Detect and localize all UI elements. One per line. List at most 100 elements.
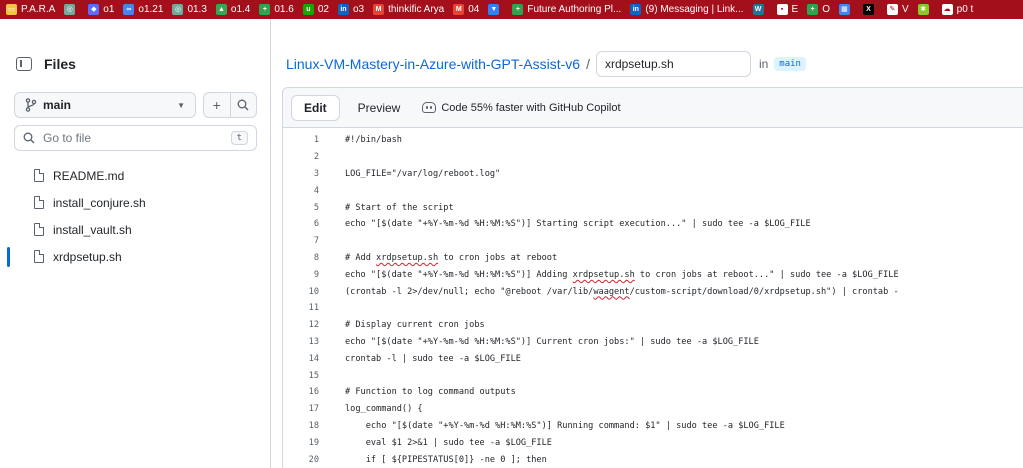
- code-text: log_command() {: [345, 404, 423, 415]
- code-line: 12 # Display current cron jobs: [283, 317, 1023, 334]
- file-name: xrdpsetup.sh: [53, 249, 122, 264]
- line-number: 5: [313, 202, 319, 213]
- bookmark-label: p0 t: [956, 4, 974, 15]
- copilot-promo[interactable]: Code 55% faster with GitHub Copilot: [422, 102, 621, 114]
- file-tree-item[interactable]: xrdpsetup.sh: [0, 243, 270, 270]
- shield-icon: ◆: [88, 4, 100, 15]
- line-number: 6: [313, 219, 319, 230]
- code-line: 11: [283, 300, 1023, 317]
- code-lines[interactable]: 1 #!/bin/bash 2 3 LOG_FILE="/var/log/reboot.…: [283, 132, 1023, 468]
- x-icon: X: [862, 4, 874, 15]
- bookmark-item[interactable]: W: [752, 4, 768, 15]
- bookmark-label: o1.21: [138, 4, 164, 15]
- bookmark-label: E: [791, 4, 799, 15]
- keyboard-shortcut-badge: t: [230, 131, 248, 145]
- code-text: # Function to log command outputs: [345, 387, 516, 398]
- code-line: 2: [283, 149, 1023, 166]
- bookmark-item[interactable]: ∞ o1.21: [123, 0, 163, 19]
- bookmark-item[interactable]: ▦: [838, 4, 854, 15]
- repo-link[interactable]: Linux-VM-Mastery-in-Azure-with-GPT-Assis…: [286, 56, 580, 72]
- search-button[interactable]: [229, 93, 257, 117]
- bookmark-item[interactable]: + Future Authoring Pl...: [512, 0, 621, 19]
- file-icon: [34, 169, 44, 182]
- bookmark-label: O: [822, 4, 830, 15]
- linkedin-icon: in: [630, 4, 642, 15]
- chatgpt-icon: ◎: [64, 4, 76, 15]
- code-text: LOG_FILE="/var/log/reboot.log": [345, 168, 501, 179]
- folder-icon: ▭: [6, 4, 17, 15]
- file-name: install_conjure.sh: [53, 195, 146, 210]
- line-number: 12: [308, 320, 319, 331]
- pen-icon: ✎: [886, 4, 898, 15]
- collapse-panel-icon[interactable]: [16, 57, 32, 71]
- code-text: eval $1 2>&1 | sudo tee -a $LOG_FILE: [345, 437, 552, 448]
- cloud-icon: ☁: [941, 4, 953, 15]
- code-line: 7: [283, 233, 1023, 250]
- bug-icon: ✱: [917, 4, 929, 15]
- code-line: 6 echo "[$(date "+%Y-%m-%d %H:%M:%S")] St…: [283, 216, 1023, 233]
- bookmark-item[interactable]: X: [862, 4, 878, 15]
- sidebar-title: Files: [44, 56, 76, 72]
- bookmark-item[interactable]: ◎: [64, 4, 79, 15]
- bookmark-item[interactable]: ◎ 01.3: [172, 0, 207, 19]
- bookmark-item[interactable]: ✎ V: [886, 0, 909, 19]
- bookmark-item[interactable]: + O: [807, 0, 830, 19]
- code-text: echo "[$(date "+%Y-%m-%d %H:%M:%S")] Run…: [345, 420, 785, 431]
- bookmark-item[interactable]: in (9) Messaging | Link...: [630, 0, 744, 19]
- bookmark-label: V: [901, 4, 909, 15]
- code-line: 18 echo "[$(date "+%Y-%m-%d %H:%M:%S")] …: [283, 418, 1023, 435]
- branch-selector[interactable]: main ▼: [14, 92, 196, 118]
- search-icon: [237, 99, 249, 111]
- filename-input[interactable]: [595, 51, 751, 77]
- bookmark-item[interactable]: ◆ o1: [88, 0, 114, 19]
- bookmark-item[interactable]: +01.6: [259, 0, 294, 19]
- go-to-file-input[interactable]: Go to file t: [14, 125, 257, 151]
- add-file-button[interactable]: +: [204, 93, 230, 117]
- copilot-icon: [422, 102, 437, 113]
- bookmark-item[interactable]: ▼: [488, 4, 503, 15]
- window-icon: ▪: [776, 4, 788, 15]
- plus-icon: +: [259, 4, 271, 15]
- code-line: 14 crontab -l | sudo tee -a $LOG_FILE: [283, 350, 1023, 367]
- bookmark-label: (9) Messaging | Link...: [645, 4, 744, 15]
- editor-toolbar: Edit Preview Code 55% faster with GitHub…: [283, 88, 1023, 128]
- tab-edit[interactable]: Edit: [291, 94, 340, 121]
- in-label: in: [758, 57, 769, 71]
- line-number: 1: [313, 135, 319, 146]
- bookmark-item[interactable]: in o3: [337, 0, 364, 19]
- file-tree-item[interactable]: README.md: [0, 162, 270, 189]
- code-line: 20 if [ ${PIPESTATUS[0]} -ne 0 ]; then: [283, 451, 1023, 468]
- linkedin-icon: in: [337, 4, 349, 15]
- file-tree-item[interactable]: install_conjure.sh: [0, 189, 270, 216]
- line-number: 2: [313, 152, 319, 163]
- line-number: 9: [313, 269, 319, 280]
- code-line: 9 echo "[$(date "+%Y-%m-%d %H:%M:%S")] Ad…: [283, 266, 1023, 283]
- code-text: echo "[$(date "+%Y-%m-%d %H:%M:%S")] Cur…: [345, 336, 759, 347]
- line-number: 18: [308, 420, 319, 431]
- search-icon: [23, 132, 35, 144]
- file-tree-sidebar: Files main ▼ + Go to file t README.md ins…: [0, 19, 271, 468]
- chatgpt-icon: ◎: [172, 4, 184, 15]
- bookmark-item[interactable]: ☁ p0 t: [941, 0, 974, 19]
- bookmark-item[interactable]: ▲ o1.4: [215, 0, 251, 19]
- bookmark-item[interactable]: Mthinkific Arya: [373, 0, 444, 19]
- file-tree-item[interactable]: install_vault.sh: [0, 216, 270, 243]
- code-line: 4: [283, 182, 1023, 199]
- code-editor: Edit Preview Code 55% faster with GitHub…: [282, 87, 1023, 468]
- plus-icon: +: [212, 97, 221, 113]
- code-line: 1 #!/bin/bash: [283, 132, 1023, 149]
- line-number: 13: [308, 336, 319, 347]
- file-icon: [34, 223, 44, 236]
- branch-tag: main: [774, 57, 806, 71]
- file-icon: [34, 196, 44, 209]
- bookmark-item[interactable]: ▭ P.A.R.A: [6, 0, 55, 19]
- bookmark-item[interactable]: ▪ E: [776, 0, 799, 19]
- line-number: 10: [308, 286, 319, 297]
- gmail-icon: M: [453, 4, 465, 15]
- bookmark-label: o1.4: [230, 4, 251, 15]
- bookmark-item[interactable]: ✱: [917, 4, 933, 15]
- bookmark-item[interactable]: u 02: [302, 0, 329, 19]
- tab-preview[interactable]: Preview: [346, 95, 413, 121]
- line-number: 16: [308, 387, 319, 398]
- bookmark-item[interactable]: M 04: [453, 0, 479, 19]
